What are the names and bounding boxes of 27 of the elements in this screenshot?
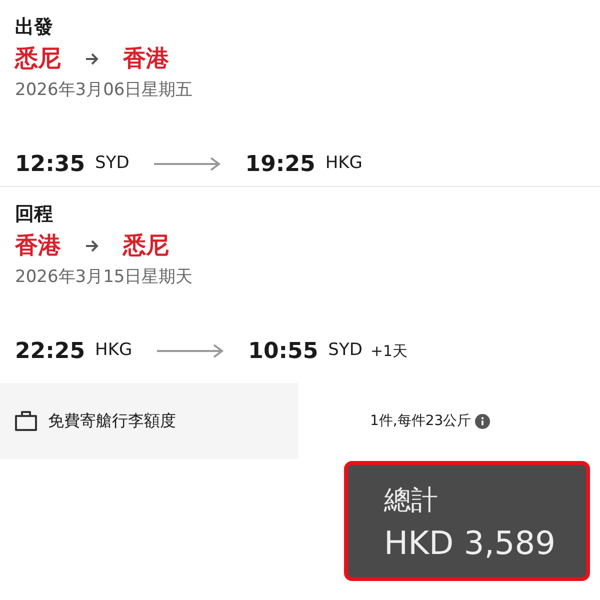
arrival-time: 10:55 bbox=[248, 338, 318, 366]
airport-code: HKG bbox=[95, 339, 132, 362]
info-icon[interactable] bbox=[475, 414, 490, 428]
baggage-label: 免費寄艙行李額度 bbox=[48, 410, 176, 432]
departure-time: 22:25 bbox=[15, 338, 86, 366]
departure-time: 12:35 bbox=[15, 150, 86, 178]
section-heading: 回程 bbox=[15, 202, 54, 227]
origin-city: 香港 bbox=[15, 232, 61, 261]
arrow-icon bbox=[85, 53, 99, 65]
destination-city: 香港 bbox=[123, 45, 169, 74]
baggage-allowance: 1件,每件23公斤 bbox=[370, 412, 472, 430]
flight-date: 2026年3月06日星期五 bbox=[15, 79, 194, 102]
day-offset: +1天 bbox=[370, 340, 408, 362]
airport-code: SYD bbox=[328, 339, 362, 362]
arrival-time: 19:25 bbox=[245, 150, 316, 178]
suitcase-icon bbox=[14, 410, 38, 432]
arrow-icon bbox=[85, 240, 99, 252]
destination-city: 悉尼 bbox=[123, 232, 169, 261]
arrow-icon bbox=[156, 344, 224, 358]
arrow-icon bbox=[153, 157, 222, 171]
airport-code: SYD bbox=[95, 152, 130, 176]
airport-code: HKG bbox=[325, 152, 362, 176]
total-amount: HKD 3,589 bbox=[384, 523, 556, 564]
section-heading: 出發 bbox=[15, 15, 54, 40]
total-label: 總計 bbox=[384, 484, 439, 518]
origin-city: 悉尼 bbox=[15, 45, 61, 74]
flight-date: 2026年3月15日星期天 bbox=[15, 266, 194, 289]
